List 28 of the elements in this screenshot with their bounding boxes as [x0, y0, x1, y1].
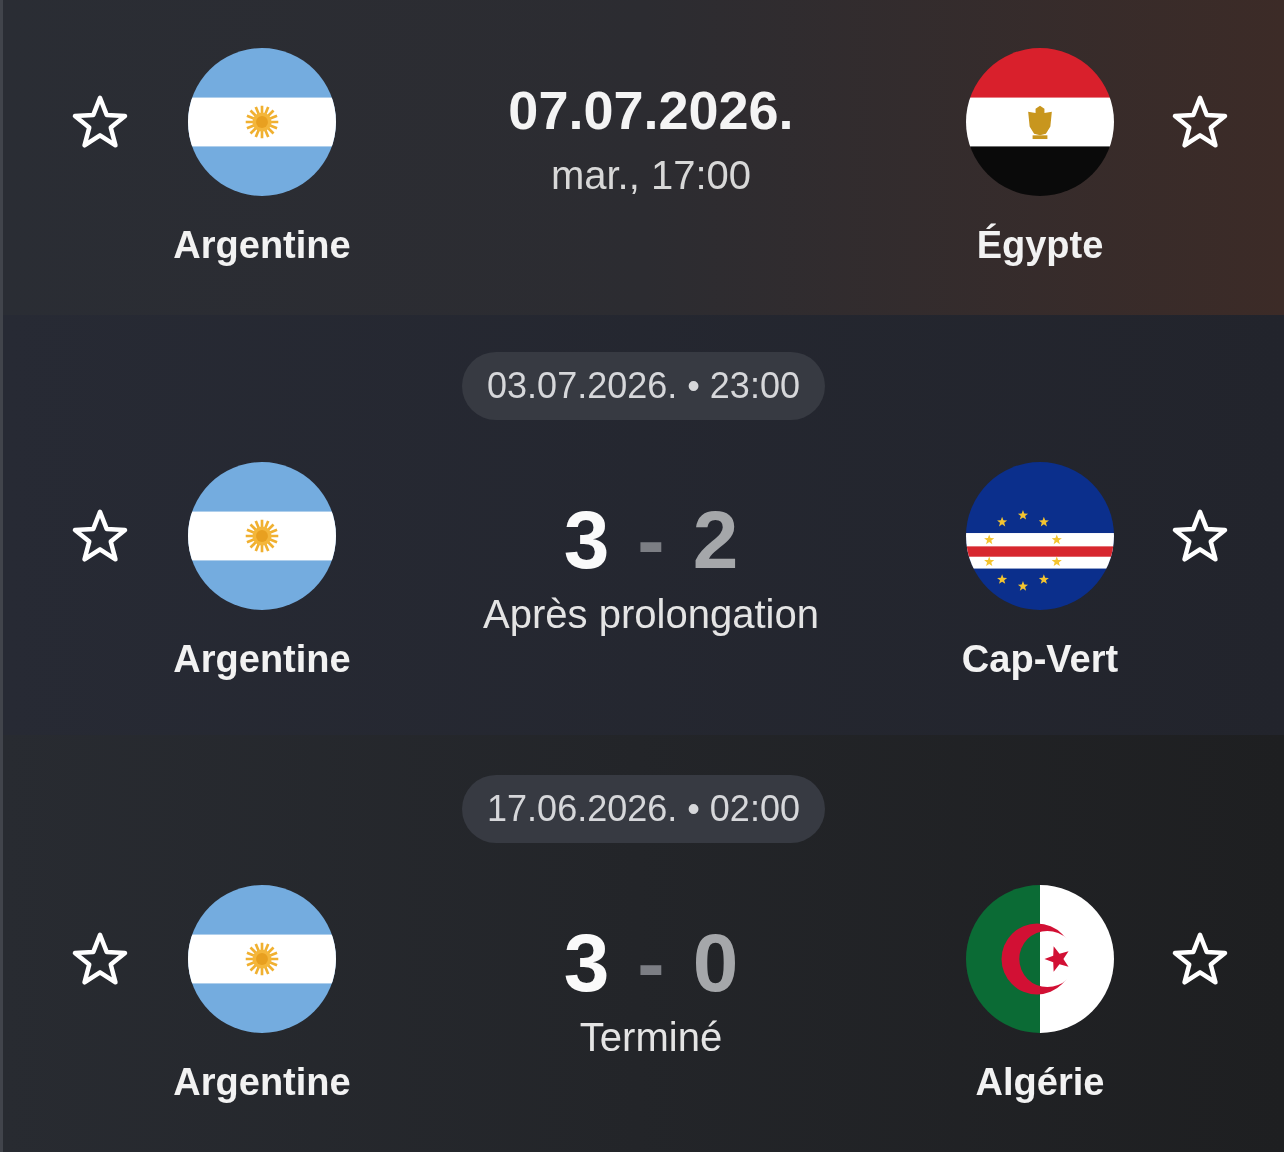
home-score: 3 — [563, 918, 610, 1008]
match-status: Après prolongation — [483, 591, 819, 637]
flag-icon — [966, 48, 1114, 196]
team-name: Égypte — [976, 223, 1104, 267]
match-date: 07.07.2026. — [508, 80, 794, 140]
date-time-pill: 17.06.2026. • 02:00 — [462, 775, 825, 843]
home-score: 3 — [563, 495, 610, 585]
star-icon[interactable] — [70, 508, 130, 565]
flag-icon — [966, 885, 1114, 1033]
star-icon[interactable] — [70, 94, 130, 151]
match-time: mar., 17:00 — [550, 152, 752, 198]
match-card[interactable]: Argentine 07.07.2026. mar., 17:00 Égypte — [3, 0, 1284, 315]
team-name: Cap-Vert — [961, 637, 1119, 681]
star-icon[interactable] — [1170, 931, 1230, 988]
star-icon[interactable] — [1170, 94, 1230, 151]
team-name: Argentine — [173, 1060, 351, 1104]
team-name: Argentine — [173, 223, 351, 267]
match-status: Terminé — [579, 1014, 723, 1060]
date-time-pill: 03.07.2026. • 23:00 — [462, 352, 825, 420]
star-icon[interactable] — [70, 931, 130, 988]
match-card[interactable]: 17.06.2026. • 02:00 Argentine 3 - 0 Terminé Algérie — [3, 735, 1284, 1152]
score-separator: - — [637, 495, 665, 585]
away-score: 2 — [692, 495, 739, 585]
score-separator: - — [637, 918, 665, 1008]
away-score: 0 — [692, 918, 739, 1008]
team-name: Argentine — [173, 637, 351, 681]
star-icon[interactable] — [1170, 508, 1230, 565]
team-name: Algérie — [975, 1060, 1105, 1104]
